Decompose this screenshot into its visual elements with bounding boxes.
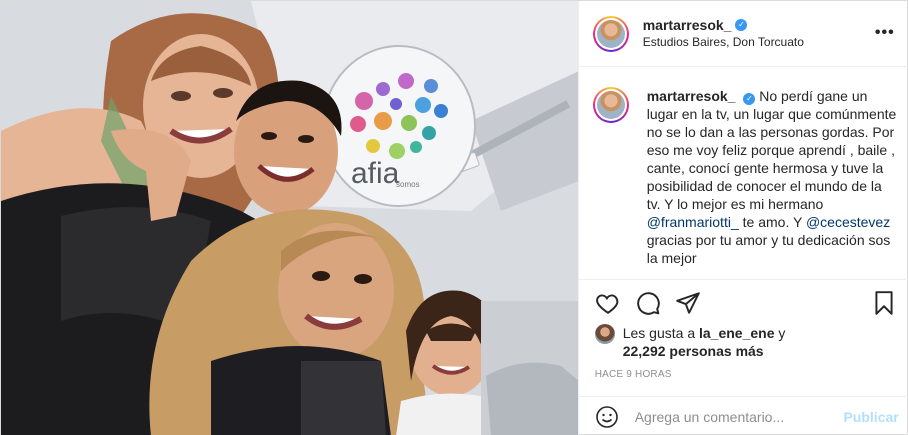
post-caption: martarresok_ ✓ No perdí gane un lugar en… (592, 87, 901, 267)
post-timestamp[interactable]: HACE 9 HORAS (595, 369, 672, 380)
likes-summary: Les gusta a la_ene_ene y 22,292 personas… (594, 324, 895, 360)
more-horizontal-icon[interactable]: ••• (875, 24, 895, 42)
caption-avatar[interactable] (592, 87, 629, 123)
likes-prefix: Les gusta a (622, 325, 699, 341)
bookmark-icon[interactable] (871, 290, 897, 316)
publish-button[interactable]: Publicar (843, 409, 898, 425)
logo-subtext: somos (396, 180, 420, 189)
action-bar (578, 279, 908, 329)
selfie-photo: afia somos (1, 1, 578, 435)
caption-text: martarresok_ ✓ No perdí gane un lugar en… (647, 87, 897, 267)
liker-avatar[interactable] (594, 324, 615, 344)
caption-body-3: gracias por tu amor y tu dedicación sos … (646, 232, 891, 266)
caption-body-1: No perdí gane un lugar en la tv, un luga… (646, 88, 897, 212)
header-username[interactable]: martarresok_ ✓ (643, 17, 748, 34)
mention-link[interactable]: @franmariotti_ (647, 214, 739, 230)
header-avatar[interactable] (592, 15, 629, 52)
avatar-image (596, 19, 625, 48)
verified-badge-icon: ✓ (743, 93, 756, 105)
comment-icon[interactable] (635, 290, 661, 316)
avatar-image (596, 91, 625, 119)
comment-input[interactable] (634, 408, 835, 425)
caption-body-2: te amo. Y (738, 214, 806, 230)
header-username-label[interactable]: martarresok_ (643, 17, 732, 34)
header-text: martarresok_ ✓ Estudios Baires, Don Torc… (643, 17, 804, 51)
verified-badge-icon: ✓ (735, 19, 748, 31)
paper-plane-icon[interactable] (675, 290, 701, 316)
logo-text: afia (351, 157, 400, 190)
header-location[interactable]: Estudios Baires, Don Torcuato (643, 34, 804, 51)
mention-link[interactable]: @cecestevez (806, 214, 890, 230)
liker-username[interactable]: la_ene_ene (699, 325, 775, 341)
comment-box: Publicar (578, 396, 908, 435)
post-photo[interactable]: afia somos (1, 1, 578, 435)
post-header: martarresok_ ✓ Estudios Baires, Don Torc… (578, 1, 908, 67)
emoji-icon[interactable] (595, 405, 619, 429)
caption-username[interactable]: martarresok_ (647, 88, 736, 104)
post-sidebar: martarresok_ ✓ Estudios Baires, Don Torc… (577, 1, 908, 435)
likes-count[interactable]: 22,292 personas más (623, 343, 764, 359)
heart-icon[interactable] (595, 290, 621, 316)
likes-text: Les gusta a la_ene_ene y 22,292 personas… (623, 324, 786, 360)
likes-middle: y (774, 325, 786, 341)
instagram-post: afia somos martarresok_ ✓ Estudios Baire… (0, 0, 908, 435)
